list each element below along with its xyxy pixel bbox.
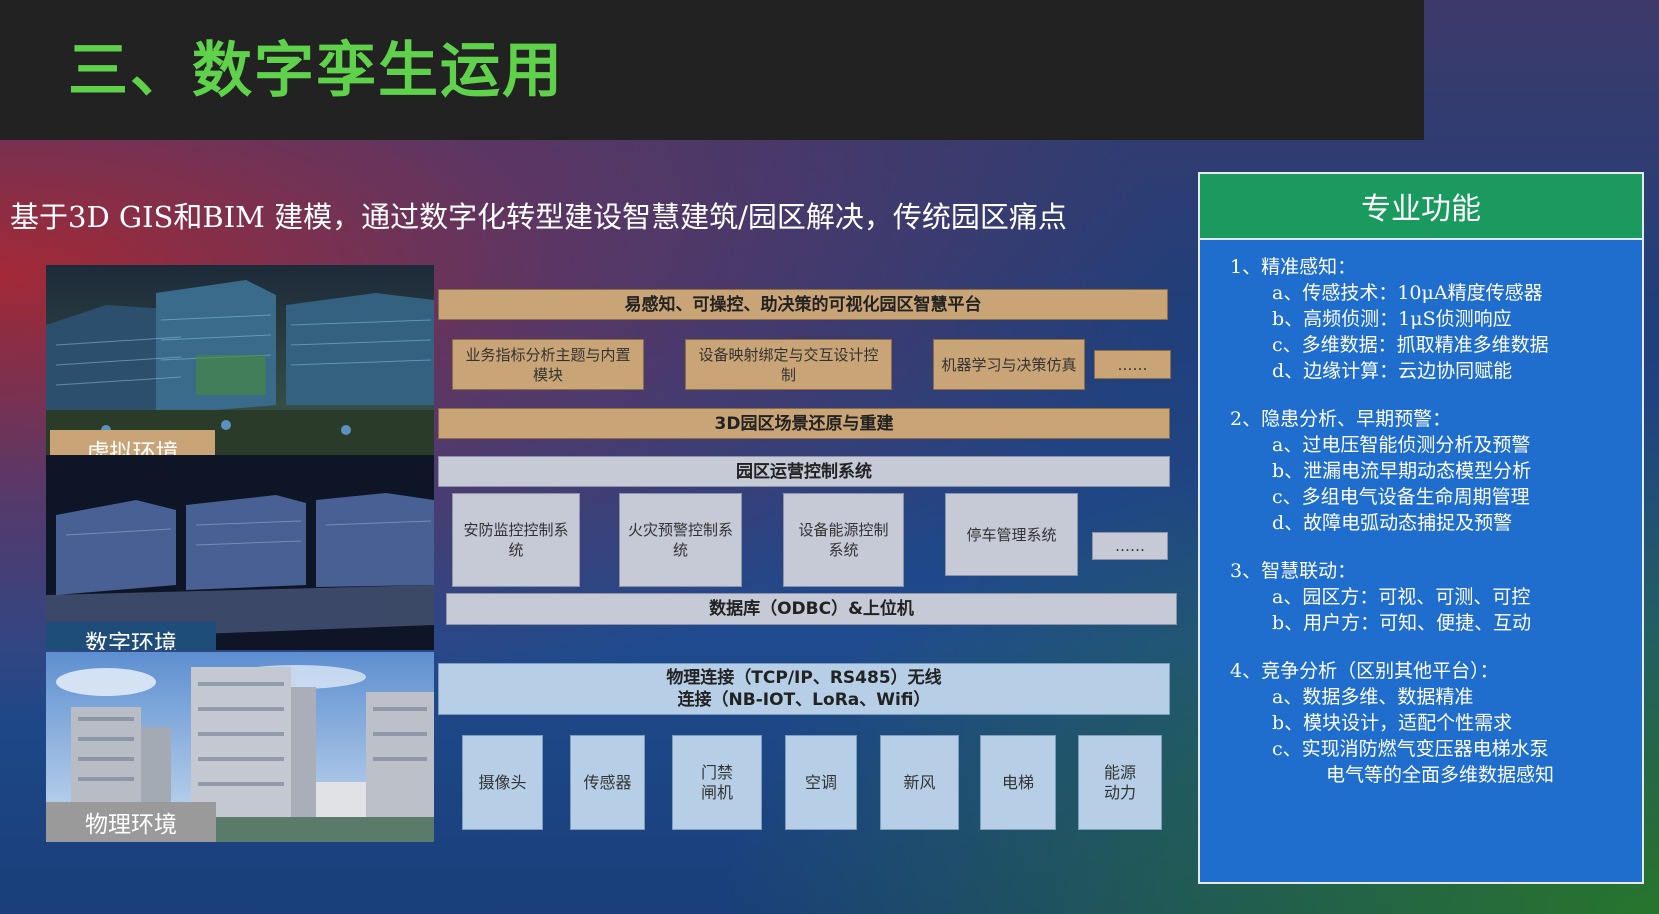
feature-item: b、用户方：可知、便捷、互动 bbox=[1272, 612, 1532, 634]
feature-item: c、多维数据：抓取精准多维数据 bbox=[1272, 334, 1549, 356]
subtitle: 基于3D GIS和BIM 建模，通过数字化转型建设智慧建筑/园区解决，传统园区痛… bbox=[10, 200, 1067, 234]
feature-section-3: 3、智慧联动： a、园区方：可视、可测、可控 b、用户方：可知、便捷、互动 bbox=[1200, 558, 1642, 636]
subsystem-more: …… bbox=[1092, 532, 1168, 560]
panel-heading: 专业功能 bbox=[1198, 172, 1644, 240]
device-fresh-air: 新风 bbox=[880, 735, 959, 830]
feature-item: b、泄漏电流早期动态模型分析 bbox=[1272, 460, 1532, 482]
device-air-conditioner: 空调 bbox=[785, 735, 857, 830]
connection-line-2: 连接（NB-IOT、LoRa、Wifi） bbox=[677, 690, 931, 710]
scene-reconstruction-bar: 3D园区场景还原与重建 bbox=[438, 408, 1170, 439]
feature-item: c、实现消防燃气变压器电梯水泵 bbox=[1272, 738, 1549, 760]
module-machine-learning: 机器学习与决策仿真 bbox=[933, 339, 1085, 390]
device-sensor: 传感器 bbox=[570, 735, 645, 830]
connection-line-1: 物理连接（TCP/IP、RS485）无线 bbox=[666, 668, 942, 688]
features-panel: 1、精准感知： a、传感技术：10μA精度传感器 b、高频侦测：1μS侦测响应 … bbox=[1198, 240, 1644, 884]
platform-bar: 易感知、可操控、助决策的可视化园区智慧平台 bbox=[438, 289, 1168, 320]
feature-section-title: 2、隐患分析、早期预警： bbox=[1230, 408, 1452, 430]
feature-item: b、模块设计，适配个性需求 bbox=[1272, 712, 1513, 734]
device-energy-power: 能源动力 bbox=[1078, 735, 1162, 830]
feature-item: a、过电压智能侦测分析及预警 bbox=[1272, 434, 1531, 456]
device-access-gate: 门禁闸机 bbox=[672, 735, 762, 830]
subsystem-fire-warning: 火灾预警控制系统 bbox=[619, 493, 742, 587]
device-elevator: 电梯 bbox=[980, 735, 1056, 830]
subsystem-energy: 设备能源控制系统 bbox=[783, 493, 904, 587]
feature-section-title: 3、智慧联动： bbox=[1230, 560, 1357, 582]
feature-item: a、传感技术：10μA精度传感器 bbox=[1272, 282, 1543, 304]
subsystem-security: 安防监控控制系统 bbox=[452, 493, 580, 587]
feature-section-1: 1、精准感知： a、传感技术：10μA精度传感器 b、高频侦测：1μS侦测响应 … bbox=[1200, 254, 1642, 384]
ops-control-system-bar: 园区运营控制系统 bbox=[438, 456, 1170, 487]
feature-item: b、高频侦测：1μS侦测响应 bbox=[1272, 308, 1512, 330]
device-energy-power-label: 能源动力 bbox=[1103, 762, 1136, 802]
module-business-metrics: 业务指标分析主题与内置模块 bbox=[452, 339, 644, 390]
virtual-environment-label: 虚拟环境 bbox=[50, 430, 215, 455]
feature-item: d、故障电弧动态捕捉及预警 bbox=[1272, 512, 1513, 534]
device-access-gate-label: 门禁闸机 bbox=[700, 762, 733, 802]
module-device-mapping: 设备映射绑定与交互设计控制 bbox=[685, 339, 892, 390]
feature-section-4: 4、竞争分析（区别其他平台）： a、数据多维、数据精准 b、模块设计，适配个性需… bbox=[1200, 658, 1642, 788]
feature-item: c、多组电气设备生命周期管理 bbox=[1272, 486, 1530, 508]
module-more: …… bbox=[1094, 350, 1171, 379]
database-bar: 数据库（ODBC）&上位机 bbox=[446, 593, 1177, 625]
feature-item: d、边缘计算：云边协同赋能 bbox=[1272, 360, 1513, 382]
feature-item: a、园区方：可视、可测、可控 bbox=[1272, 586, 1531, 608]
physical-environment-label: 物理环境 bbox=[46, 802, 216, 842]
page-title: 三、数字孪生运用 bbox=[68, 36, 564, 106]
feature-section-title: 4、竞争分析（区别其他平台）： bbox=[1230, 660, 1499, 682]
connection-bar: 物理连接（TCP/IP、RS485）无线 连接（NB-IOT、LoRa、Wifi… bbox=[438, 663, 1170, 715]
virtual-environment-image: 虚拟环境 bbox=[46, 265, 434, 455]
physical-environment-image: 物理环境 bbox=[46, 652, 434, 842]
feature-item: a、数据多维、数据精准 bbox=[1272, 686, 1474, 708]
subsystem-parking: 停车管理系统 bbox=[945, 493, 1078, 576]
feature-item-continuation: 电气等的全面多维数据感知 bbox=[1326, 764, 1555, 786]
feature-section-2: 2、隐患分析、早期预警： a、过电压智能侦测分析及预警 b、泄漏电流早期动态模型… bbox=[1200, 406, 1642, 536]
digital-environment-image: 数字环境 bbox=[46, 455, 434, 650]
device-camera: 摄像头 bbox=[462, 735, 543, 830]
feature-section-title: 1、精准感知： bbox=[1230, 256, 1357, 278]
digital-environment-label: 数字环境 bbox=[46, 622, 216, 650]
